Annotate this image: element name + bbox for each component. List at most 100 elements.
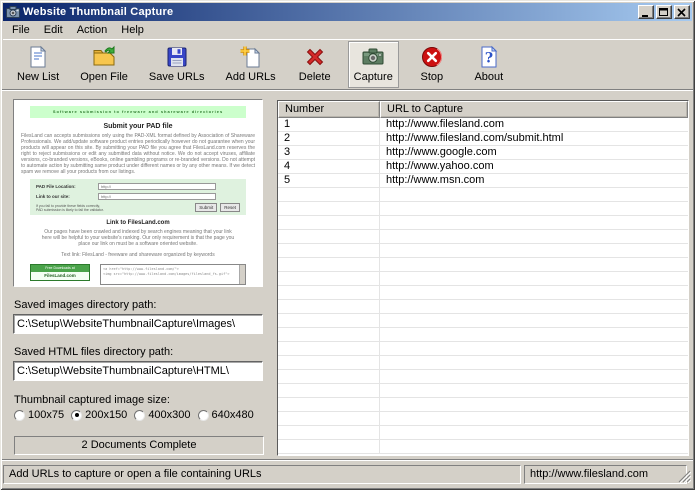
table-row-empty	[278, 356, 688, 370]
menu-item-action[interactable]: Action	[70, 22, 115, 38]
size-option-200x150[interactable]: 200x150	[71, 409, 127, 421]
table-row-empty	[278, 272, 688, 286]
delete-icon	[303, 45, 327, 69]
toolbar-button-new-list[interactable]: New List	[11, 41, 65, 88]
menu-item-file[interactable]: File	[5, 22, 37, 38]
menu-bar: FileEditActionHelp	[3, 21, 692, 40]
column-header-number[interactable]: Number	[278, 101, 380, 118]
preview-reset-button: Reset	[220, 203, 240, 212]
toolbar-button-delete[interactable]: Delete	[291, 41, 339, 88]
column-header-url[interactable]: URL to Capture	[380, 101, 688, 118]
cell-url	[380, 342, 688, 355]
toolbar-button-label: Add URLs	[226, 71, 276, 83]
about-icon: ?	[477, 45, 501, 69]
radio-button-640x480[interactable]	[198, 410, 209, 421]
cell-number	[278, 426, 380, 439]
menu-item-edit[interactable]: Edit	[37, 22, 70, 38]
cell-url: http://www.filesland.com	[380, 118, 688, 131]
html-path-label: Saved HTML files directory path:	[14, 346, 173, 358]
cell-url	[380, 356, 688, 369]
html-path-input[interactable]	[13, 361, 263, 381]
resize-grip[interactable]	[678, 470, 691, 483]
status-url: http://www.filesland.com	[524, 465, 687, 484]
cell-number	[278, 314, 380, 327]
table-row-empty	[278, 426, 688, 440]
thumbnail-size-label: Thumbnail captured image size:	[14, 394, 170, 406]
cell-number: 5	[278, 174, 380, 187]
save-urls-icon	[165, 45, 189, 69]
cell-number	[278, 202, 380, 215]
close-button[interactable]	[674, 5, 690, 19]
cell-url	[380, 272, 688, 285]
cell-url	[380, 244, 688, 257]
toolbar-divider	[2, 89, 693, 91]
cell-number	[278, 384, 380, 397]
size-option-100x75[interactable]: 100x75	[14, 409, 64, 421]
toolbar-button-capture[interactable]: Capture	[348, 41, 399, 88]
status-message: Add URLs to capture or open a file conta…	[3, 465, 521, 484]
size-option-400x300[interactable]: 400x300	[134, 409, 190, 421]
cell-number	[278, 272, 380, 285]
table-row-empty	[278, 202, 688, 216]
statusbar-divider	[2, 459, 693, 461]
size-option-label: 100x75	[28, 409, 64, 421]
radio-button-100x75[interactable]	[14, 410, 25, 421]
table-row[interactable]: 3http://www.google.com	[278, 146, 688, 160]
maximize-button[interactable]	[656, 5, 672, 19]
preview-form: PAD File Location: http:// Link to our s…	[30, 179, 246, 215]
new-list-icon	[26, 45, 50, 69]
preview-intro-text: FilesLand can accepts submissions only u…	[21, 133, 255, 175]
table-row-empty	[278, 440, 688, 454]
images-path-input[interactable]	[13, 314, 263, 334]
cell-number	[278, 300, 380, 313]
documents-complete-status: 2 Documents Complete	[14, 436, 264, 455]
toolbar-button-label: Delete	[299, 71, 331, 83]
table-row[interactable]: 4http://www.yahoo.com	[278, 160, 688, 174]
cell-number: 4	[278, 160, 380, 173]
menu-item-help[interactable]: Help	[114, 22, 151, 38]
window-title: Website Thumbnail Capture	[23, 6, 638, 18]
preview-text-link: Text link: FilesLand - freeware and shar…	[14, 252, 262, 258]
toolbar: New List Open FileSave URLs Add URLs Delete…	[3, 41, 692, 88]
cell-number	[278, 188, 380, 201]
cell-url	[380, 258, 688, 271]
table-row[interactable]: 1http://www.filesland.com	[278, 118, 688, 132]
radio-button-200x150-selected[interactable]	[71, 410, 82, 421]
preview-heading: Submit your PAD file	[14, 123, 262, 130]
app-window: Website Thumbnail Capture FileEditAction…	[0, 0, 695, 490]
title-bar: Website Thumbnail Capture	[3, 3, 692, 21]
table-row[interactable]: 5http://www.msn.com	[278, 174, 688, 188]
table-row-empty	[278, 188, 688, 202]
url-table-body: 1http://www.filesland.com2http://www.fil…	[278, 118, 688, 454]
toolbar-button-label: About	[474, 71, 503, 83]
toolbar-button-about[interactable]: ? About	[465, 41, 513, 88]
table-row-empty	[278, 412, 688, 426]
table-row-empty	[278, 216, 688, 230]
thumbnail-size-options: 100x75 200x150 400x300 640x480	[14, 409, 274, 421]
cell-url: http://www.google.com	[380, 146, 688, 159]
toolbar-button-stop[interactable]: Stop	[408, 41, 456, 88]
size-option-label: 400x300	[148, 409, 190, 421]
preview-code-box: <a href="http://www.filesland.com/"> <im…	[100, 264, 246, 285]
preview-banner: Software submission to freeware and shar…	[30, 106, 246, 118]
cell-url	[380, 412, 688, 425]
toolbar-button-add-urls[interactable]: Add URLs	[220, 41, 282, 88]
cell-number	[278, 244, 380, 257]
table-row-empty	[278, 314, 688, 328]
minimize-button[interactable]	[638, 5, 654, 19]
cell-number	[278, 412, 380, 425]
toolbar-button-label: New List	[17, 71, 59, 83]
radio-button-400x300[interactable]	[134, 410, 145, 421]
toolbar-button-save-urls[interactable]: Save URLs	[143, 41, 211, 88]
toolbar-button-open-file[interactable]: Open File	[74, 41, 134, 88]
cell-url	[380, 314, 688, 327]
table-row-empty	[278, 398, 688, 412]
cell-url	[380, 300, 688, 313]
url-table: Number URL to Capture 1http://www.filesl…	[277, 100, 689, 456]
size-option-640x480[interactable]: 640x480	[198, 409, 254, 421]
preview-submit-button: Submit	[195, 203, 217, 212]
table-row-empty	[278, 244, 688, 258]
cell-number	[278, 230, 380, 243]
cell-url: http://www.filesland.com/submit.html	[380, 132, 688, 145]
table-row[interactable]: 2http://www.filesland.com/submit.html	[278, 132, 688, 146]
